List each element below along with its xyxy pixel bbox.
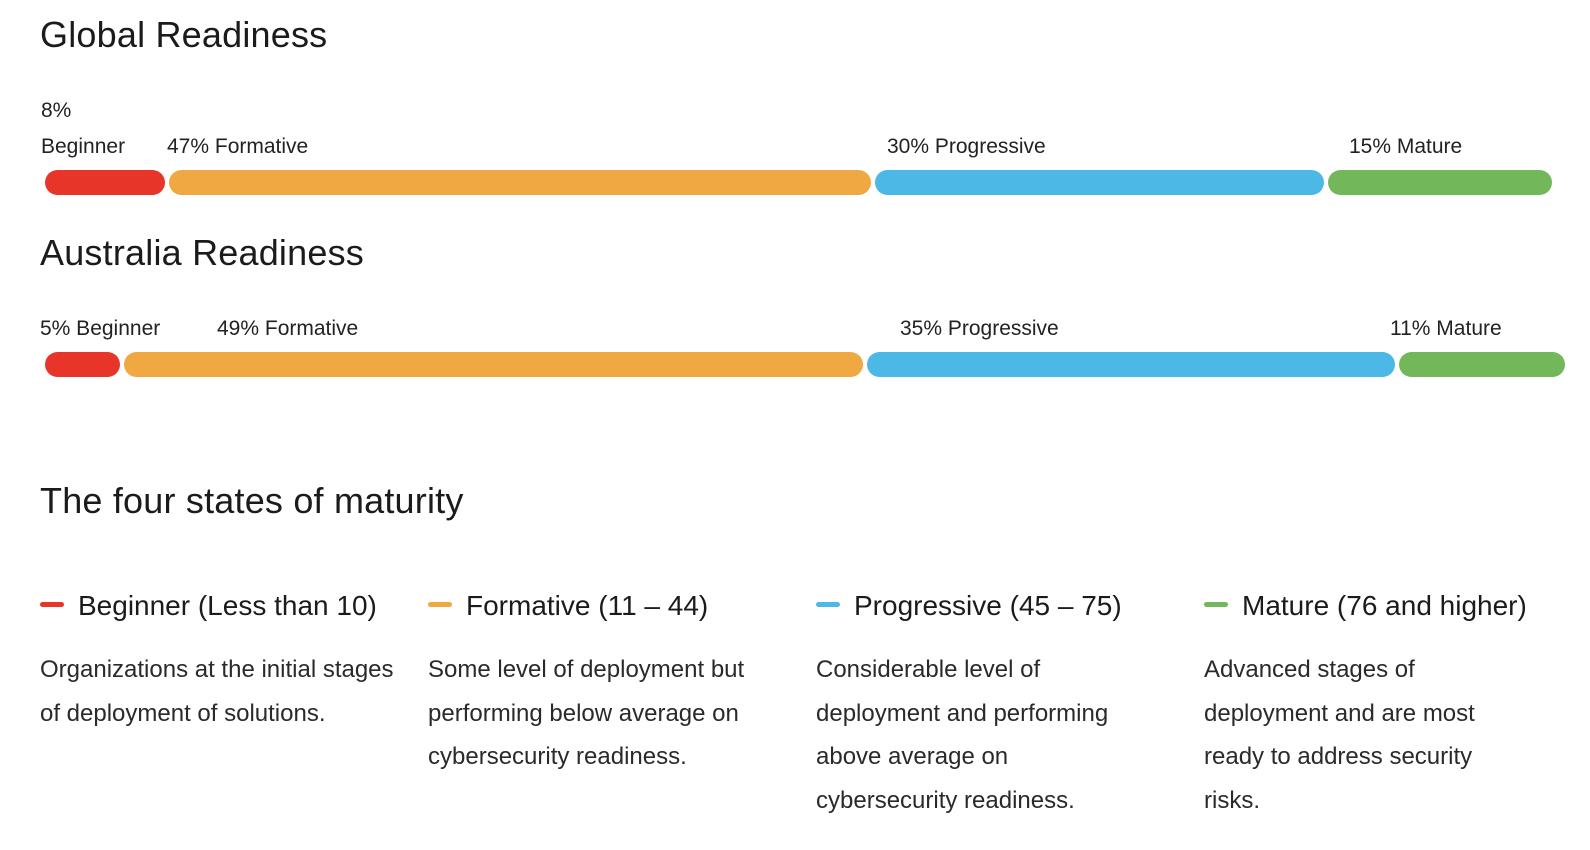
australia-progressive-segment: [867, 352, 1396, 377]
legend-mature: Mature (76 and higher): [1204, 590, 1527, 622]
global-formative-segment: [168, 170, 872, 195]
formative-swatch-icon: [428, 602, 452, 608]
global-beginner-segment: [45, 170, 165, 195]
global-mature-segment: [1327, 170, 1552, 195]
australia-formative-label: 49% Formative: [217, 317, 359, 340]
progressive-swatch-icon: [816, 602, 840, 608]
legend-formative: Formative (11 – 44): [428, 590, 708, 622]
formative-description: Some level of deployment but performing …: [428, 656, 745, 770]
australia-mature-segment: [1399, 352, 1565, 377]
maturity-section-title: The four states of maturity: [40, 480, 464, 521]
australia-formative-segment: [124, 352, 864, 377]
australia-mature-label: 11% Mature: [1390, 317, 1502, 340]
legend-mature-label: Mature (76 and higher): [1242, 590, 1527, 621]
global-beginner-pct-label: 8%: [41, 99, 72, 122]
legend-beginner: Beginner (Less than 10): [40, 590, 377, 622]
beginner-description: Organizations at the initial stages of d…: [40, 656, 394, 727]
australia-progressive-label: 35% Progressive: [900, 317, 1059, 340]
beginner-swatch-icon: [40, 602, 64, 608]
legend-formative-label: Formative (11 – 44): [466, 590, 709, 621]
global-formative-label: 47% Formative: [167, 135, 309, 158]
global-progressive-label: 30% Progressive: [887, 135, 1046, 158]
legend-progressive-label: Progressive (45 – 75): [854, 590, 1122, 621]
australia-readiness-title: Australia Readiness: [40, 232, 364, 273]
global-readiness-title: Global Readiness: [40, 14, 328, 55]
global-beginner-name-label: Beginner: [41, 135, 126, 158]
mature-description: Advanced stages of deployment and are mo…: [1204, 656, 1475, 814]
mature-swatch-icon: [1204, 602, 1228, 608]
global-progressive-segment: [875, 170, 1324, 195]
australia-beginner-label: 5% Beginner: [40, 317, 161, 340]
australia-beginner-segment: [45, 352, 121, 377]
progressive-description: Considerable level of deployment and per…: [816, 656, 1109, 814]
legend-beginner-label: Beginner (Less than 10): [78, 590, 377, 621]
legend-progressive: Progressive (45 – 75): [816, 590, 1122, 622]
global-mature-label: 15% Mature: [1349, 135, 1463, 158]
